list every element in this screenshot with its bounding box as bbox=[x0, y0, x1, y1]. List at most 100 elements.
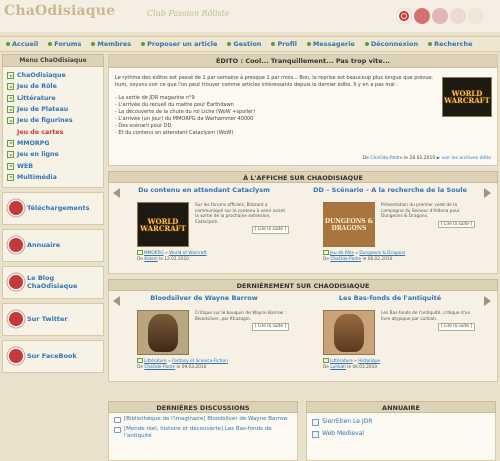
next-arrow-icon[interactable] bbox=[484, 296, 493, 306]
discussion-item[interactable]: [Monde réel, histoire et découverte] Les… bbox=[114, 426, 292, 441]
sidebar-menu: ChaOdisiaque Jeu de Rôle Littérature Jeu… bbox=[2, 67, 104, 188]
nav-deconnexion[interactable]: Déconnexion bbox=[364, 40, 418, 48]
facebook-icon bbox=[9, 349, 23, 364]
nav-proposer-article[interactable]: Proposer un article bbox=[141, 40, 217, 48]
card-image[interactable] bbox=[323, 310, 375, 355]
card-meta: MMORPG » World of Warcraft De Kalem le 1… bbox=[137, 250, 207, 262]
bullet-icon bbox=[364, 42, 369, 46]
card-text: Les Bas-fonds de l'antiquité, critique d… bbox=[381, 311, 475, 331]
annuaire-item[interactable]: SierrEben Le JDR bbox=[312, 416, 490, 428]
latest-title: DERNIÈREMENT SUR CHAODISIAQUE bbox=[108, 279, 498, 291]
site-header: ChaOdisiaque Club Passion Rôliste bbox=[0, 0, 500, 32]
sidebar-facebook[interactable]: Sur FaceBook bbox=[2, 339, 104, 373]
card-title[interactable]: Du contenu en attendant Cataclysm bbox=[119, 186, 289, 198]
sidebar-item-jeu-de-plateau[interactable]: Jeu de Plateau bbox=[7, 104, 99, 115]
arrow-right-icon bbox=[7, 139, 14, 147]
bullet-icon bbox=[6, 42, 10, 46]
nav-membres[interactable]: Membres bbox=[91, 40, 131, 48]
card-text: Sur les forums officiels, Blizzard a com… bbox=[195, 203, 289, 234]
card-image[interactable]: DUNGEONS & DRAGONS bbox=[323, 202, 375, 247]
sidebar-annuaire[interactable]: Annuaire bbox=[2, 228, 104, 262]
main-navigation: Accueil Forums Membres Proposer un artic… bbox=[0, 36, 500, 52]
card-meta: Littérature » Historique De Luhkah le 06… bbox=[323, 358, 381, 370]
link-icon bbox=[312, 418, 319, 426]
sidebar-blog[interactable]: Le Blog ChaOdisiaque bbox=[2, 265, 104, 299]
edito-paragraph: Le rythme des éditos est passé de 1 par … bbox=[115, 75, 434, 88]
edito-footer: De ChaOdo-Padre le 28.02.2010 ► voir les… bbox=[362, 156, 491, 161]
edito-list-item: - L'arrivée du recueil du maitre pour Ea… bbox=[115, 102, 234, 108]
sidebar-telechargements[interactable]: Téléchargements bbox=[2, 191, 104, 225]
sidebar-item-chaodisiaque[interactable]: ChaOdisiaque bbox=[7, 70, 99, 81]
arrow-right-icon bbox=[7, 72, 14, 80]
bullet-icon bbox=[271, 42, 276, 46]
card-title[interactable]: Bloodsilver de Wayne Barrow bbox=[119, 294, 289, 306]
bullet-icon bbox=[48, 42, 53, 46]
bullet-icon bbox=[227, 42, 232, 46]
edito-list-item: - Des scénarii pour DD bbox=[115, 123, 172, 129]
card-image[interactable] bbox=[137, 310, 189, 355]
sidebar-twitter[interactable]: Sur Twitter bbox=[2, 302, 104, 336]
sidebar-item-multimedia[interactable]: Multimédia bbox=[7, 172, 99, 183]
sidebar-title: Menu ChaOdisiaque bbox=[2, 54, 104, 67]
edito-body: Le rythme des éditos est passé de 1 par … bbox=[115, 75, 439, 137]
sidebar-item-jeu-de-figurines[interactable]: Jeu de figurines bbox=[7, 115, 99, 126]
next-arrow-icon[interactable] bbox=[484, 188, 493, 198]
featured-section: À L'AFFICHE SUR CHAODISIAQUE Du contenu … bbox=[108, 171, 498, 274]
sidebar-item-jeu-de-role[interactable]: Jeu de Rôle bbox=[7, 81, 99, 92]
featured-card: Du contenu en attendant Cataclysm WORLD … bbox=[119, 186, 289, 262]
site-tagline: Club Passion Rôliste bbox=[147, 9, 230, 18]
site-logo[interactable]: ChaOdisiaque bbox=[4, 3, 115, 19]
bullet-icon bbox=[141, 42, 146, 46]
card-title[interactable]: Les Bas-fonds de l'antiquité bbox=[305, 294, 475, 306]
main-content: ÉDITO : Cool... Tranquillement... Pas tr… bbox=[108, 54, 498, 382]
nav-recherche[interactable]: Recherche bbox=[428, 40, 473, 48]
annuaire-item[interactable]: Web Medieval bbox=[312, 428, 490, 440]
read-more-button[interactable]: [ Lire la suite ] bbox=[251, 323, 289, 331]
nav-gestion[interactable]: Gestion bbox=[227, 40, 261, 48]
folder-icon bbox=[137, 358, 143, 363]
sidebar: Menu ChaOdisiaque ChaOdisiaque Jeu de Rô… bbox=[2, 54, 104, 373]
arrow-right-icon bbox=[7, 94, 14, 102]
card-meta: Littérature » Fantasy et Science-Fiction… bbox=[137, 358, 228, 370]
read-more-button[interactable]: [ Lire la suite ] bbox=[437, 220, 475, 229]
latest-panel: Bloodsilver de Wayne Barrow Critique sur… bbox=[108, 291, 498, 382]
card-text: Présentation du premier volet de la camp… bbox=[381, 203, 475, 229]
card-image[interactable]: WORLD WARCRAFT bbox=[137, 202, 189, 247]
sidebar-item-web[interactable]: WEB bbox=[7, 160, 99, 171]
edito-archives-link[interactable]: voir les archives édito bbox=[442, 156, 491, 161]
bullet-icon bbox=[306, 42, 311, 46]
chat-bubble-icon bbox=[114, 417, 121, 423]
link-icon bbox=[312, 430, 319, 438]
latest-card: Bloodsilver de Wayne Barrow Critique sur… bbox=[119, 294, 289, 370]
arrow-right-icon bbox=[7, 106, 14, 114]
nav-accueil[interactable]: Accueil bbox=[6, 40, 38, 48]
sidebar-item-mmorpg[interactable]: MMORPG bbox=[7, 138, 99, 149]
portrait-icon bbox=[148, 313, 178, 352]
annuaire-title: ANNUAIRE bbox=[306, 401, 496, 413]
edito-image[interactable]: WORLD WARCRAFT bbox=[442, 77, 492, 117]
arrow-right-icon bbox=[7, 117, 14, 125]
discussion-item[interactable]: [Bibliothèque de l'imaginaire] Bloodsilv… bbox=[114, 416, 292, 424]
arrow-right-icon bbox=[7, 162, 14, 170]
sidebar-item-jeu-de-cartes[interactable]: Jeu de cartes bbox=[7, 126, 99, 137]
sidebar-item-jeu-en-ligne[interactable]: Jeu en ligne bbox=[7, 149, 99, 160]
card-title[interactable]: DD – Scénario – A la recherche de la Sou… bbox=[305, 186, 475, 198]
directory-icon bbox=[9, 238, 23, 253]
read-more-button[interactable]: [ Lire la suite ] bbox=[251, 226, 289, 234]
featured-title: À L'AFFICHE SUR CHAODISIAQUE bbox=[108, 171, 498, 183]
edito-author-link[interactable]: ChaOdo-Padre bbox=[370, 156, 402, 161]
chat-bubble-icon bbox=[114, 426, 121, 433]
nav-forums[interactable]: Forums bbox=[48, 40, 81, 48]
nav-profil[interactable]: Profil bbox=[271, 40, 297, 48]
edito-panel: ÉDITO : Cool... Tranquillement... Pas tr… bbox=[108, 54, 498, 166]
nav-messagerie[interactable]: Messagerie bbox=[306, 40, 355, 48]
folder-icon bbox=[323, 250, 329, 255]
sidebar-item-litterature[interactable]: Littérature bbox=[7, 93, 99, 104]
edito-list-item: - L'arrivée (un jour) du MMORPG de Warha… bbox=[115, 116, 254, 122]
card-text: Critique sur le bouquin de Wayne Barrow … bbox=[195, 311, 289, 331]
read-more-button[interactable]: [ Lire la suite ] bbox=[437, 323, 475, 331]
bullet-icon bbox=[91, 42, 96, 46]
twitter-icon bbox=[9, 312, 23, 327]
portrait-icon bbox=[334, 313, 364, 352]
blog-icon bbox=[9, 275, 23, 290]
